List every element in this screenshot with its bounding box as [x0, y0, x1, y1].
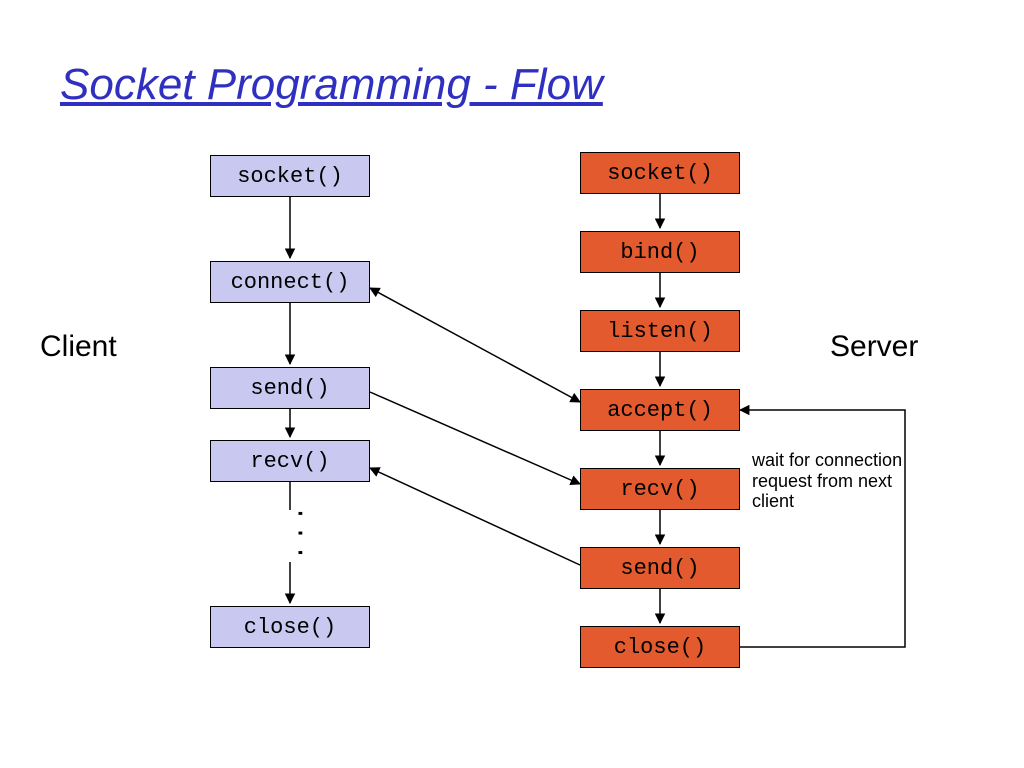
server-listen-box: listen(): [580, 310, 740, 352]
client-socket-box: socket(): [210, 155, 370, 197]
server-label: Server: [830, 330, 918, 364]
client-recv-box: recv(): [210, 440, 370, 482]
client-ellipsis: ...: [290, 506, 320, 565]
page-title: Socket Programming - Flow: [60, 60, 603, 110]
server-socket-box: socket(): [580, 152, 740, 194]
server-accept-box: accept(): [580, 389, 740, 431]
client-send-box: send(): [210, 367, 370, 409]
client-close-box: close(): [210, 606, 370, 648]
server-send-box: send(): [580, 547, 740, 589]
client-label: Client: [40, 330, 117, 364]
server-recv-box: recv(): [580, 468, 740, 510]
loopback-note: wait for connection request from next cl…: [752, 450, 932, 512]
server-close-box: close(): [580, 626, 740, 668]
arrows-layer: [0, 0, 1024, 768]
server-bind-box: bind(): [580, 231, 740, 273]
client-connect-box: connect(): [210, 261, 370, 303]
